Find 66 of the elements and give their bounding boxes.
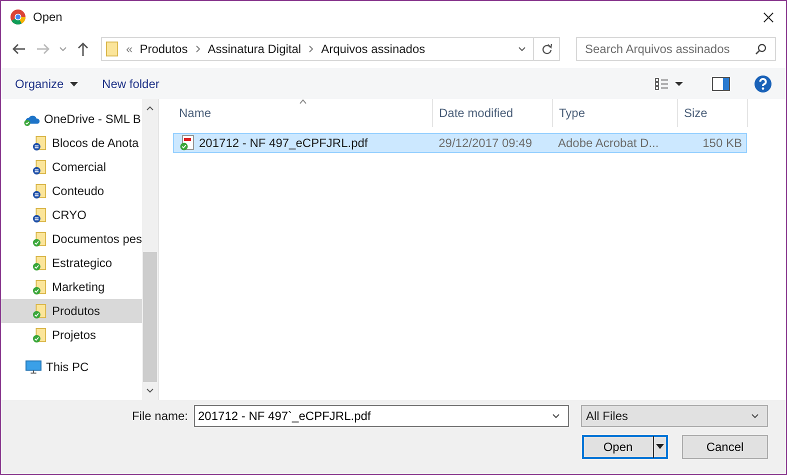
new-folder-button[interactable]: New folder	[98, 74, 164, 94]
folder-icon	[31, 208, 48, 222]
column-header[interactable]: Name	[173, 99, 433, 127]
tree-item[interactable]: Marketing	[1, 275, 142, 299]
tree-item[interactable]: Documentos pes	[1, 227, 142, 251]
caret-icon	[70, 82, 78, 87]
file-type: Adobe Acrobat D...	[556, 136, 660, 150]
tree-item[interactable]: Blocos de Anota	[1, 131, 142, 155]
folder-icon	[106, 41, 119, 57]
tree-item[interactable]: Estrategico	[1, 251, 142, 275]
split-caret-icon[interactable]	[653, 436, 667, 458]
dropdown-caret-icon[interactable]	[518, 45, 526, 53]
folder-icon	[31, 136, 48, 150]
preview-pane-icon[interactable]	[712, 76, 730, 90]
scroll-up-icon[interactable]	[146, 105, 154, 111]
view-options-icon[interactable]	[652, 76, 686, 90]
date-modified: 29/12/2017 09:49	[438, 136, 534, 150]
monitor-icon	[25, 360, 42, 374]
refresh-icon[interactable]	[541, 43, 553, 55]
up-arrow-icon[interactable]	[75, 41, 91, 57]
caret-icon[interactable]	[59, 45, 67, 53]
folder-icon	[31, 184, 48, 198]
tree-item[interactable]: OneDrive - SML B	[1, 107, 142, 131]
file-type-dropdown[interactable]: All Files	[581, 405, 768, 427]
dropdown-caret-icon[interactable]	[552, 412, 560, 420]
chevron-right-icon[interactable]	[308, 45, 314, 53]
window-title: Open	[33, 10, 62, 24]
file-name: 201712 - NF 497_eCPFJRL.pdf	[199, 136, 368, 150]
breadcrumb[interactable]: Produtos	[140, 42, 188, 56]
pdf-file-icon	[180, 135, 194, 151]
breadcrumb-overflow[interactable]: «	[126, 42, 133, 56]
scroll-down-icon[interactable]	[146, 388, 154, 394]
column-header[interactable]: Size	[678, 99, 748, 127]
tree-item[interactable]: CRYO	[1, 203, 142, 227]
breadcrumb[interactable]: Assinatura Digital	[208, 42, 302, 56]
folder-icon	[31, 304, 48, 318]
back-arrow-icon[interactable]	[11, 41, 27, 57]
search-icon	[755, 43, 767, 55]
column-header[interactable]: Date modified	[433, 99, 553, 127]
file-row[interactable]: 201712 - NF 497_eCPFJRL.pdf 29/12/2017 09:49 Adobe Acrobat D... 150 KB	[173, 133, 747, 153]
file-size: 150 KB	[702, 136, 743, 150]
tree-item[interactable]: Projetos	[1, 323, 142, 347]
tree-item[interactable]: This PC	[1, 355, 142, 379]
column-header[interactable]: Type	[553, 99, 678, 127]
folder-icon	[31, 256, 48, 270]
folder-icon	[31, 328, 48, 342]
search-box[interactable]: Search Arquivos assinados	[576, 37, 776, 61]
help-icon[interactable]	[754, 74, 772, 92]
breadcrumb[interactable]: Arquivos assinados	[321, 42, 426, 56]
address-bar[interactable]: « Produtos Assinatura Digital Arquivos assinados	[101, 37, 560, 61]
close-icon[interactable]	[763, 12, 774, 22]
file-name-combo[interactable]: 201712 - NF 497`_eCPFJRL.pdf	[194, 405, 569, 427]
folder-icon	[31, 160, 48, 174]
chevron-right-icon[interactable]	[194, 45, 201, 53]
scrollbar-thumb[interactable]	[143, 252, 157, 382]
browser-logo-icon	[10, 9, 26, 25]
folder-icon	[31, 280, 48, 294]
cancel-button[interactable]: Cancel	[682, 435, 768, 459]
folder-icon	[31, 232, 48, 246]
file-name-label: File name:	[132, 409, 188, 423]
tree-item[interactable]: Conteudo	[1, 179, 142, 203]
organize-button[interactable]: Organize	[11, 74, 82, 94]
sort-caret-icon	[299, 99, 307, 104]
tree-item[interactable]: Comercial	[1, 155, 142, 179]
tree-item[interactable]: Produtos	[1, 299, 142, 323]
dropdown-caret-icon	[751, 412, 759, 420]
